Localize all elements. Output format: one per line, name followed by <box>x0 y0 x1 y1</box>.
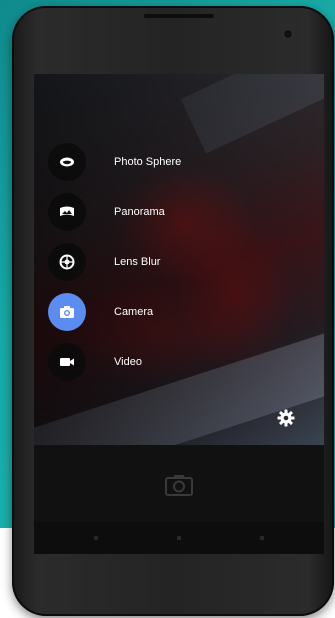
phone-screen: Photo Sphere Panorama Lens Blur Camera V… <box>34 74 324 554</box>
android-nav-bar <box>34 522 324 554</box>
mode-item-camera[interactable]: Camera <box>48 292 248 332</box>
nav-recents-button[interactable] <box>260 536 264 540</box>
mode-label-lens-blur: Lens Blur <box>114 256 161 268</box>
phone-speaker <box>144 14 214 18</box>
phone-device: Photo Sphere Panorama Lens Blur Camera V… <box>12 6 334 616</box>
lens-blur-icon <box>48 243 86 281</box>
mode-item-lens-blur[interactable]: Lens Blur <box>48 242 248 282</box>
mode-item-panorama[interactable]: Panorama <box>48 192 248 232</box>
mode-item-photo-sphere[interactable]: Photo Sphere <box>48 142 248 182</box>
camera-icon <box>48 293 86 331</box>
video-icon <box>48 343 86 381</box>
front-camera <box>284 30 292 38</box>
mode-label-panorama: Panorama <box>114 206 165 218</box>
panorama-icon <box>48 193 86 231</box>
mode-label-camera: Camera <box>114 306 154 318</box>
nav-home-button[interactable] <box>177 536 181 540</box>
nav-back-button[interactable] <box>94 536 98 540</box>
mode-label-video: Video <box>114 356 142 368</box>
gear-icon[interactable] <box>274 406 298 430</box>
photo-sphere-icon <box>48 143 86 181</box>
camera-shutter-icon[interactable] <box>164 473 194 497</box>
mode-label-photo-sphere: Photo Sphere <box>114 156 182 168</box>
mode-item-video[interactable]: Video <box>48 342 248 382</box>
